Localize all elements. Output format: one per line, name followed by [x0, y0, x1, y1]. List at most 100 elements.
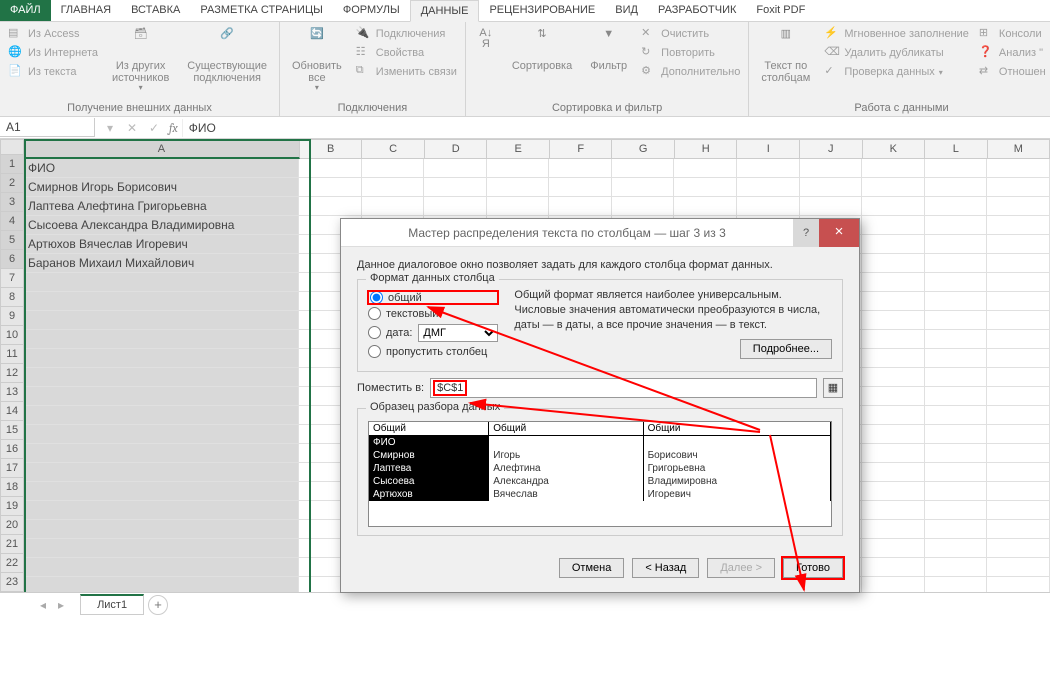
btn-existing-conn[interactable]: 🔗Существующие подключения — [183, 26, 271, 86]
cell[interactable] — [299, 197, 362, 216]
btn-refresh-all[interactable]: 🔄Обновить все▾ — [288, 26, 346, 95]
cell[interactable] — [24, 539, 299, 558]
cell[interactable] — [362, 178, 425, 197]
cell[interactable] — [987, 539, 1050, 558]
cell[interactable] — [862, 311, 925, 330]
cancel-formula-icon[interactable]: ✕ — [121, 121, 143, 135]
column-header[interactable]: I — [737, 139, 800, 159]
cell[interactable] — [987, 292, 1050, 311]
cell[interactable] — [24, 482, 299, 501]
name-box[interactable]: A1 — [0, 118, 95, 137]
accept-formula-icon[interactable]: ✓ — [143, 121, 165, 135]
cell[interactable] — [24, 444, 299, 463]
btn-reapply[interactable]: ↻Повторить — [641, 45, 740, 61]
dialog-titlebar[interactable]: Мастер распределения текста по столбцам … — [341, 219, 859, 247]
cell[interactable] — [862, 197, 925, 216]
cell[interactable] — [925, 311, 988, 330]
btn-text-to-columns[interactable]: ▥Текст по столбцам — [757, 26, 814, 86]
row-header[interactable]: 8 — [0, 288, 24, 307]
cell[interactable] — [549, 178, 612, 197]
cell[interactable] — [987, 463, 1050, 482]
radio-text[interactable]: текстовый — [368, 307, 498, 320]
dialog-close-button[interactable]: × — [819, 219, 859, 247]
btn-cancel[interactable]: Отмена — [559, 558, 624, 578]
cell[interactable] — [549, 159, 612, 178]
cell[interactable] — [987, 368, 1050, 387]
cell[interactable]: ФИО — [24, 159, 299, 178]
row-header[interactable]: 7 — [0, 269, 24, 288]
btn-connections[interactable]: 🔌Подключения — [356, 26, 457, 42]
formula-input[interactable]: ФИО — [182, 119, 1050, 137]
preview-box[interactable]: ОбщийОбщийОбщий ФИОСмирновИгорьБорисович… — [368, 421, 832, 527]
row-header[interactable]: 1 — [0, 155, 24, 174]
btn-properties[interactable]: ☷Свойства — [356, 45, 457, 61]
cell[interactable] — [987, 197, 1050, 216]
cell[interactable]: Лаптева Алефтина Григорьевна — [24, 197, 299, 216]
cell[interactable] — [862, 254, 925, 273]
cell[interactable] — [24, 368, 299, 387]
column-header[interactable]: E — [487, 139, 550, 159]
cell[interactable] — [862, 463, 925, 482]
cell[interactable] — [612, 178, 675, 197]
row-header[interactable]: 19 — [0, 497, 24, 516]
column-header[interactable]: K — [863, 139, 926, 159]
cell[interactable] — [362, 159, 425, 178]
radio-date-input[interactable] — [368, 326, 381, 339]
cell[interactable] — [862, 235, 925, 254]
btn-flash-fill[interactable]: ⚡Мгновенное заполнение — [824, 26, 969, 42]
cell[interactable] — [800, 197, 863, 216]
cell[interactable] — [862, 292, 925, 311]
row-header[interactable]: 13 — [0, 383, 24, 402]
cell[interactable] — [424, 197, 487, 216]
btn-finish[interactable]: Готово — [783, 558, 843, 578]
cell[interactable] — [862, 444, 925, 463]
range-picker-button[interactable]: ▦ — [823, 378, 843, 398]
row-header[interactable]: 23 — [0, 573, 24, 592]
cell[interactable] — [862, 216, 925, 235]
cell[interactable] — [674, 178, 737, 197]
fx-icon[interactable]: fx — [169, 121, 178, 135]
row-header[interactable]: 12 — [0, 364, 24, 383]
radio-general[interactable]: общий — [368, 291, 498, 304]
cell[interactable] — [925, 406, 988, 425]
tab-page-layout[interactable]: РАЗМЕТКА СТРАНИЦЫ — [190, 0, 332, 21]
btn-edit-links[interactable]: ⧉Изменить связи — [356, 64, 457, 80]
btn-remove-dup[interactable]: ⌫Удалить дубликаты — [824, 45, 969, 61]
cell[interactable]: Артюхов Вячеслав Игоревич — [24, 235, 299, 254]
cell[interactable] — [925, 349, 988, 368]
row-header[interactable]: 22 — [0, 554, 24, 573]
preview-row[interactable]: ФИО — [369, 436, 831, 450]
radio-skip-input[interactable] — [368, 345, 381, 358]
cell[interactable] — [987, 520, 1050, 539]
nav-prev-icon[interactable]: ◂ — [40, 598, 46, 612]
cell[interactable] — [862, 178, 925, 197]
cell[interactable] — [925, 178, 988, 197]
cell[interactable] — [24, 463, 299, 482]
row-header[interactable]: 18 — [0, 478, 24, 497]
cell[interactable] — [299, 178, 362, 197]
cell[interactable] — [925, 482, 988, 501]
cell[interactable] — [862, 520, 925, 539]
btn-from-access[interactable]: ▤Из Access — [8, 26, 98, 42]
cell[interactable] — [987, 558, 1050, 577]
btn-other-sources[interactable]: 🗃Из других источников▾ — [108, 26, 173, 95]
radio-skip[interactable]: пропустить столбец — [368, 345, 498, 358]
column-header[interactable]: B — [300, 139, 363, 159]
cell[interactable] — [24, 425, 299, 444]
btn-whatif[interactable]: ❓Анализ " — [979, 45, 1046, 61]
name-dropdown-icon[interactable]: ▾ — [99, 121, 121, 135]
cell[interactable] — [987, 349, 1050, 368]
cell[interactable] — [862, 577, 925, 592]
cell[interactable] — [862, 159, 925, 178]
column-header[interactable]: M — [988, 139, 1050, 159]
cell[interactable] — [925, 577, 988, 592]
column-header[interactable]: C — [362, 139, 425, 159]
cell[interactable] — [925, 197, 988, 216]
cell[interactable] — [24, 501, 299, 520]
cell[interactable] — [24, 330, 299, 349]
cell[interactable] — [612, 159, 675, 178]
tab-developer[interactable]: РАЗРАБОТЧИК — [648, 0, 746, 21]
sheet-tab-1[interactable]: Лист1 — [80, 594, 144, 615]
btn-sort-az[interactable]: A↓Я — [474, 26, 498, 46]
cell[interactable] — [737, 159, 800, 178]
